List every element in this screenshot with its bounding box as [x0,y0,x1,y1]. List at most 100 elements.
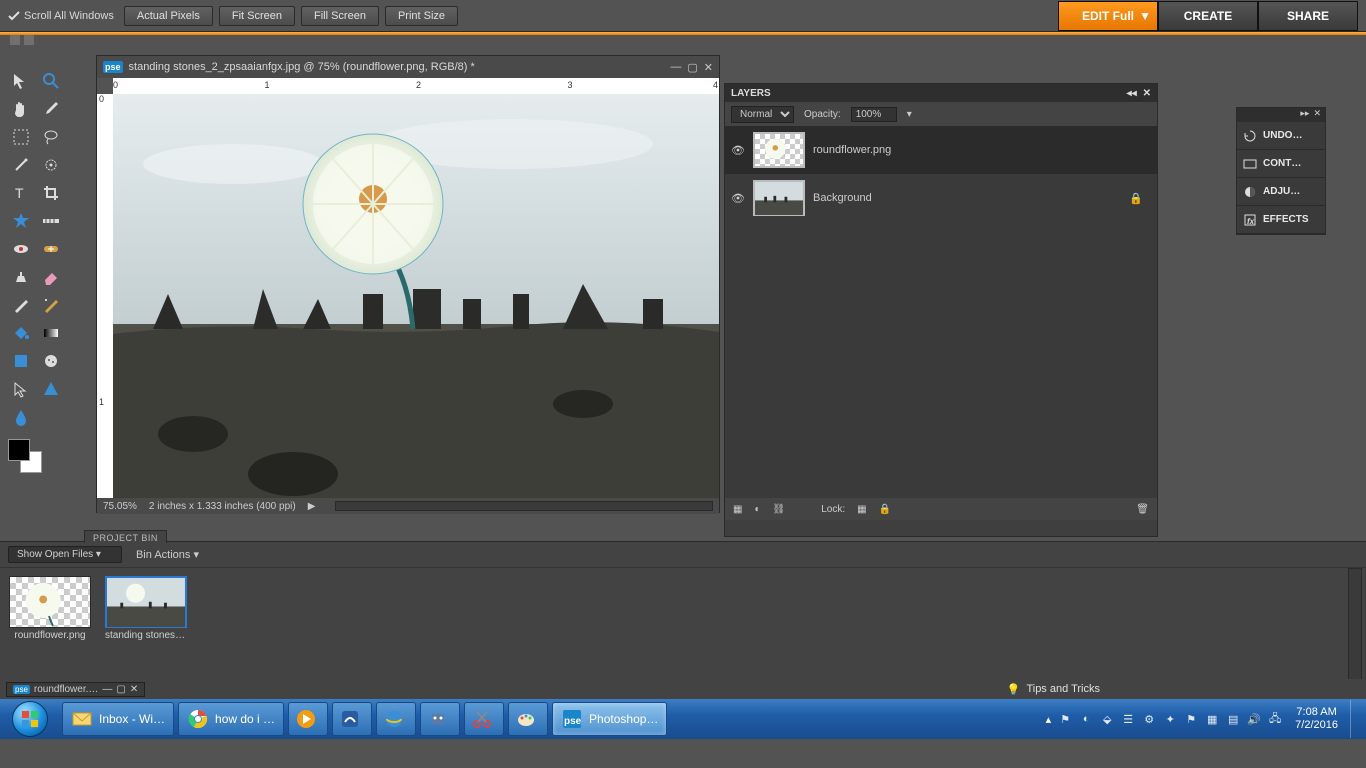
paint-bucket-tool[interactable] [8,321,34,345]
marquee-tool[interactable] [8,125,34,149]
hand-tool[interactable] [8,97,34,121]
taskbar-item-photoshop[interactable]: pse Photoshop… [552,702,667,736]
adjustments-tab[interactable]: ADJU… [1237,178,1325,206]
edit-full-button[interactable]: EDIT Full ▼ [1058,1,1158,31]
close-icon[interactable]: ✕ [704,61,713,74]
zoom-tool[interactable] [38,69,64,93]
quick-selection-tool[interactable] [38,153,64,177]
blend-mode-select[interactable]: Normal [731,106,794,123]
zoom-level[interactable]: 75.05% [103,501,137,512]
layer-thumbnail[interactable] [753,180,805,216]
scroll-all-windows-checkbox[interactable]: Scroll All Windows [8,10,114,22]
show-desktop-button[interactable] [1350,700,1360,738]
taskbar-item-app2[interactable] [420,702,460,736]
straighten-tool[interactable] [38,209,64,233]
cookie-cutter-tool[interactable] [8,209,34,233]
taskbar-item-media-player[interactable] [288,702,328,736]
brush-tool[interactable] [8,293,34,317]
lasso-tool[interactable] [38,125,64,149]
print-size-button[interactable]: Print Size [385,6,458,26]
color-swatches[interactable] [8,439,42,473]
crop-tool[interactable] [38,181,64,205]
taskbar-item-ie[interactable] [376,702,416,736]
visibility-eye-icon[interactable]: 👁 [731,192,745,205]
ruler-vertical[interactable]: 0 1 [97,94,113,498]
fit-screen-button[interactable]: Fit Screen [219,6,295,26]
gradient-tool[interactable] [38,321,64,345]
maximize-icon[interactable]: ▢ [116,684,125,695]
document-titlebar[interactable]: pse standing stones_2_zpsaaianfgx.jpg @ … [97,56,719,78]
eraser-tool[interactable] [38,265,64,289]
tray-icon[interactable]: ◐ [1078,711,1094,727]
taskbar-item-snipping[interactable] [464,702,504,736]
layer-row[interactable]: 👁 roundflower.png [725,126,1157,174]
tray-clock[interactable]: 7:08 AM 7/2/2016 [1289,706,1344,732]
fill-screen-button[interactable]: Fill Screen [301,6,379,26]
volume-icon[interactable]: 🔊 [1246,711,1262,727]
show-open-files-dropdown[interactable]: Show Open Files ▾ [8,546,122,563]
effects-tab[interactable]: fxEFFECTS [1237,206,1325,234]
tray-icon[interactable]: ☰ [1120,711,1136,727]
healing-brush-tool[interactable] [38,237,64,261]
canvas[interactable] [113,94,719,498]
type-tool[interactable]: T [8,181,34,205]
tips-and-tricks-link[interactable]: 💡 Tips and Tricks [1007,683,1100,696]
trash-icon[interactable]: 🗑 [1136,504,1149,515]
minimize-icon[interactable]: — [670,61,681,74]
taskbar-item-outlook[interactable]: Inbox - Wi… [62,702,174,736]
tray-icon[interactable]: ⚙ [1141,711,1157,727]
share-button[interactable]: SHARE [1258,1,1358,31]
maximize-icon[interactable]: ▢ [687,61,697,74]
layers-panel-header[interactable]: LAYERS ◂◂ ✕ [725,84,1157,102]
new-layer-icon[interactable]: ▦ [733,504,742,515]
move-tool[interactable] [8,69,34,93]
sponge-tool[interactable] [38,349,64,373]
h-scrollbar[interactable] [335,501,713,511]
layer-row[interactable]: 👁 Background 🔒 [725,174,1157,222]
smart-brush-tool[interactable] [38,293,64,317]
arrange-next-icon[interactable] [24,35,34,45]
shape-tool[interactable] [8,349,34,373]
tray-icon[interactable]: ⬙ [1099,711,1115,727]
project-bin-scrollbar[interactable] [1348,568,1362,681]
tray-expand-icon[interactable]: ▴ [1046,713,1052,726]
minimize-icon[interactable]: — [102,684,112,695]
taskbar-item-paint[interactable] [508,702,548,736]
layer-thumbnail[interactable] [753,132,805,168]
bin-item[interactable]: roundflower.png [8,576,92,641]
tray-icon[interactable]: ▦ [1204,711,1220,727]
create-button[interactable]: CREATE [1158,1,1258,31]
bin-thumbnail[interactable] [105,576,187,628]
expand-icon[interactable]: ▸▸ [1300,108,1309,122]
network-icon[interactable]: 🖧 [1267,711,1283,727]
link-layers-icon[interactable]: ⛓ [773,504,786,515]
visibility-eye-icon[interactable]: 👁 [731,144,745,157]
actual-pixels-button[interactable]: Actual Pixels [124,6,213,26]
layer-name[interactable]: Background [813,192,872,204]
clone-stamp-tool[interactable] [8,265,34,289]
eyedropper-tool[interactable] [38,97,64,121]
lock-all-icon[interactable]: 🔒 [879,504,891,515]
taskbar-item-chrome[interactable]: how do i … [178,702,284,736]
project-bin-tab[interactable]: PROJECT BIN [84,530,167,543]
tray-icon[interactable]: ⚑ [1057,711,1073,727]
custom-shape-tool[interactable] [38,377,64,401]
path-selection-tool[interactable] [8,377,34,401]
info-arrow-icon[interactable]: ▶ [308,501,316,512]
foreground-color-swatch[interactable] [8,439,30,461]
content-tab[interactable]: CONT… [1237,150,1325,178]
opacity-dropdown-icon[interactable]: ▾ [907,109,912,120]
collapse-icon[interactable]: ◂◂ [1127,88,1137,99]
blur-tool[interactable] [8,405,34,429]
bin-item[interactable]: standing stones_… [104,576,188,641]
ruler-horizontal[interactable]: 0 1 2 3 4 [113,78,719,94]
undo-history-tab[interactable]: UNDO… [1237,122,1325,150]
bin-actions-dropdown[interactable]: Bin Actions ▾ [136,548,199,561]
tray-icon[interactable]: ⚑ [1183,711,1199,727]
open-document-tab[interactable]: pse roundflower.… — ▢ ✕ [6,682,145,697]
magic-wand-tool[interactable] [8,153,34,177]
lock-transparency-icon[interactable]: ▦ [857,504,866,515]
panel-close-icon[interactable]: ✕ [1313,108,1321,122]
redeye-tool[interactable] [8,237,34,261]
panel-close-icon[interactable]: ✕ [1143,88,1151,99]
